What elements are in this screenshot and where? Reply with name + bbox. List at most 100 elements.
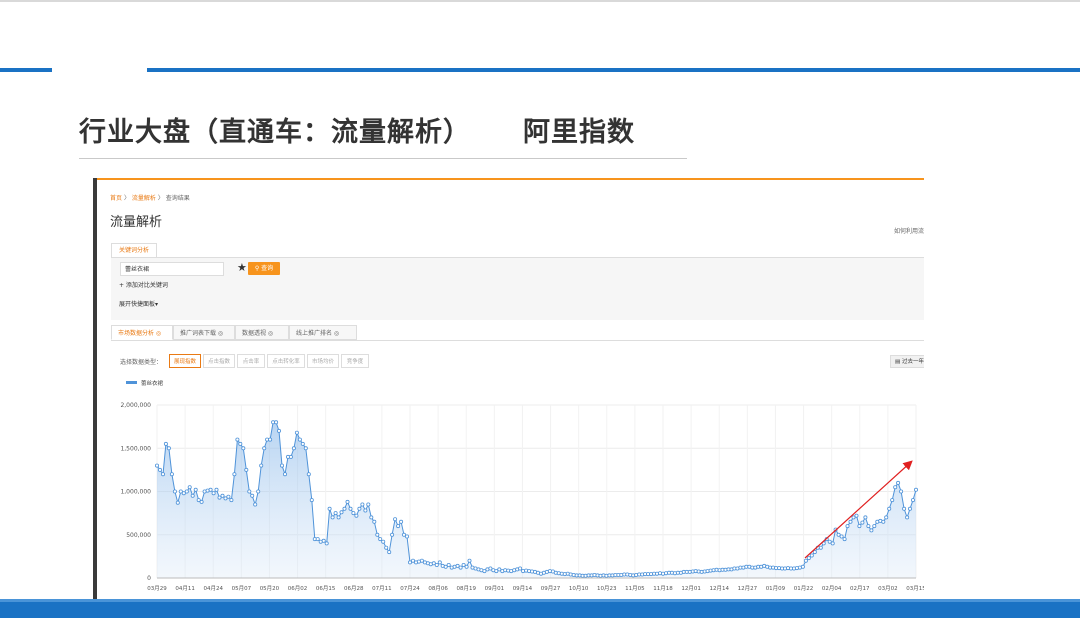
data-point <box>387 550 392 555</box>
data-point <box>211 491 216 496</box>
x-tick-label: 11月05 <box>625 585 645 592</box>
data-point <box>208 487 213 492</box>
data-point <box>896 480 901 485</box>
data-point <box>339 510 344 515</box>
data-point <box>274 420 279 425</box>
x-tick-label: 04月11 <box>175 585 195 592</box>
data-point <box>893 485 898 490</box>
data-point <box>881 519 886 524</box>
data-point <box>396 524 401 529</box>
series-area <box>157 422 916 578</box>
data-point <box>366 502 371 507</box>
y-tick-label: 0 <box>147 575 151 582</box>
data-point <box>247 489 252 494</box>
x-tick-label: 10月23 <box>597 585 617 592</box>
data-point <box>172 489 177 494</box>
data-point <box>253 502 258 507</box>
data-point <box>199 499 204 504</box>
data-point <box>369 515 374 520</box>
data-point <box>848 519 853 524</box>
data-point <box>800 564 805 569</box>
data-point <box>467 558 472 563</box>
x-tick-label: 02月04 <box>822 585 842 592</box>
data-point <box>294 430 299 435</box>
trend-chart: 0 500,000 1,000,000 1,500,000 2,000,000 03月29… <box>120 402 924 592</box>
data-point <box>279 463 284 468</box>
data-point <box>300 441 305 446</box>
data-point <box>303 446 308 451</box>
x-tick-label: 10月10 <box>569 585 589 592</box>
data-point <box>229 498 234 503</box>
data-point <box>812 550 817 555</box>
data-point <box>235 437 240 442</box>
data-point <box>911 498 916 503</box>
data-point <box>434 562 439 567</box>
data-point <box>390 532 395 537</box>
y-tick-label: 1,500,000 <box>120 445 151 452</box>
x-tick-label: 09月14 <box>513 585 533 592</box>
data-point <box>905 515 910 520</box>
x-tick-label: 02月17 <box>850 585 870 592</box>
data-point <box>321 538 326 543</box>
x-tick-label: 11月18 <box>653 585 673 592</box>
data-point <box>288 454 293 459</box>
data-point <box>256 489 261 494</box>
x-tick-label: 07月11 <box>372 585 392 592</box>
data-point <box>220 493 225 498</box>
data-point <box>830 541 835 546</box>
data-point <box>887 506 892 511</box>
data-point <box>869 528 874 533</box>
data-point <box>187 485 192 490</box>
data-point <box>809 553 814 558</box>
x-tick-label: 03月29 <box>147 585 167 592</box>
data-point <box>437 560 442 565</box>
data-point <box>232 472 237 477</box>
data-point <box>863 515 868 520</box>
data-point <box>404 534 409 539</box>
data-point <box>184 489 189 494</box>
data-point <box>297 437 302 442</box>
data-point <box>363 508 368 513</box>
x-tick-label: 05月20 <box>260 585 280 592</box>
x-tick-label: 01月22 <box>794 585 814 592</box>
data-point <box>333 511 338 516</box>
data-point <box>872 524 877 529</box>
data-point <box>214 487 219 492</box>
data-point <box>446 562 451 567</box>
data-point <box>291 446 296 451</box>
data-point <box>884 515 889 520</box>
data-point <box>803 558 808 563</box>
data-point <box>306 472 311 477</box>
data-point <box>393 517 398 522</box>
title-divider <box>79 158 687 159</box>
data-point <box>458 565 463 570</box>
data-point <box>375 532 380 537</box>
data-point <box>384 545 389 550</box>
bottom-band-highlight <box>0 599 1080 602</box>
data-point <box>378 537 383 542</box>
data-point <box>336 515 341 520</box>
x-tick-label: 06月28 <box>344 585 364 592</box>
y-tick-label: 1,000,000 <box>120 489 151 496</box>
data-point <box>345 499 350 504</box>
data-point <box>845 524 850 529</box>
data-point <box>175 500 180 505</box>
data-point <box>842 537 847 542</box>
data-point <box>268 437 273 442</box>
x-tick-label: 03月02 <box>878 585 898 592</box>
data-point <box>259 463 264 468</box>
data-point <box>327 506 332 511</box>
data-point <box>282 472 287 477</box>
data-point <box>262 446 267 451</box>
data-point <box>190 493 195 498</box>
top-border <box>0 0 1080 2</box>
data-point <box>860 520 865 525</box>
x-tick-label: 07月24 <box>400 585 420 592</box>
data-point <box>914 487 919 492</box>
data-point <box>908 506 913 511</box>
data-point <box>155 463 160 468</box>
data-point <box>902 506 907 511</box>
x-tick-label: 08月19 <box>456 585 476 592</box>
screenshot-panel: 首页 〉 流量解析 〉 查询结果 流量解析 如何利用流 关键词分析 蕾丝衣裙 ★… <box>93 178 924 599</box>
data-point <box>348 506 353 511</box>
